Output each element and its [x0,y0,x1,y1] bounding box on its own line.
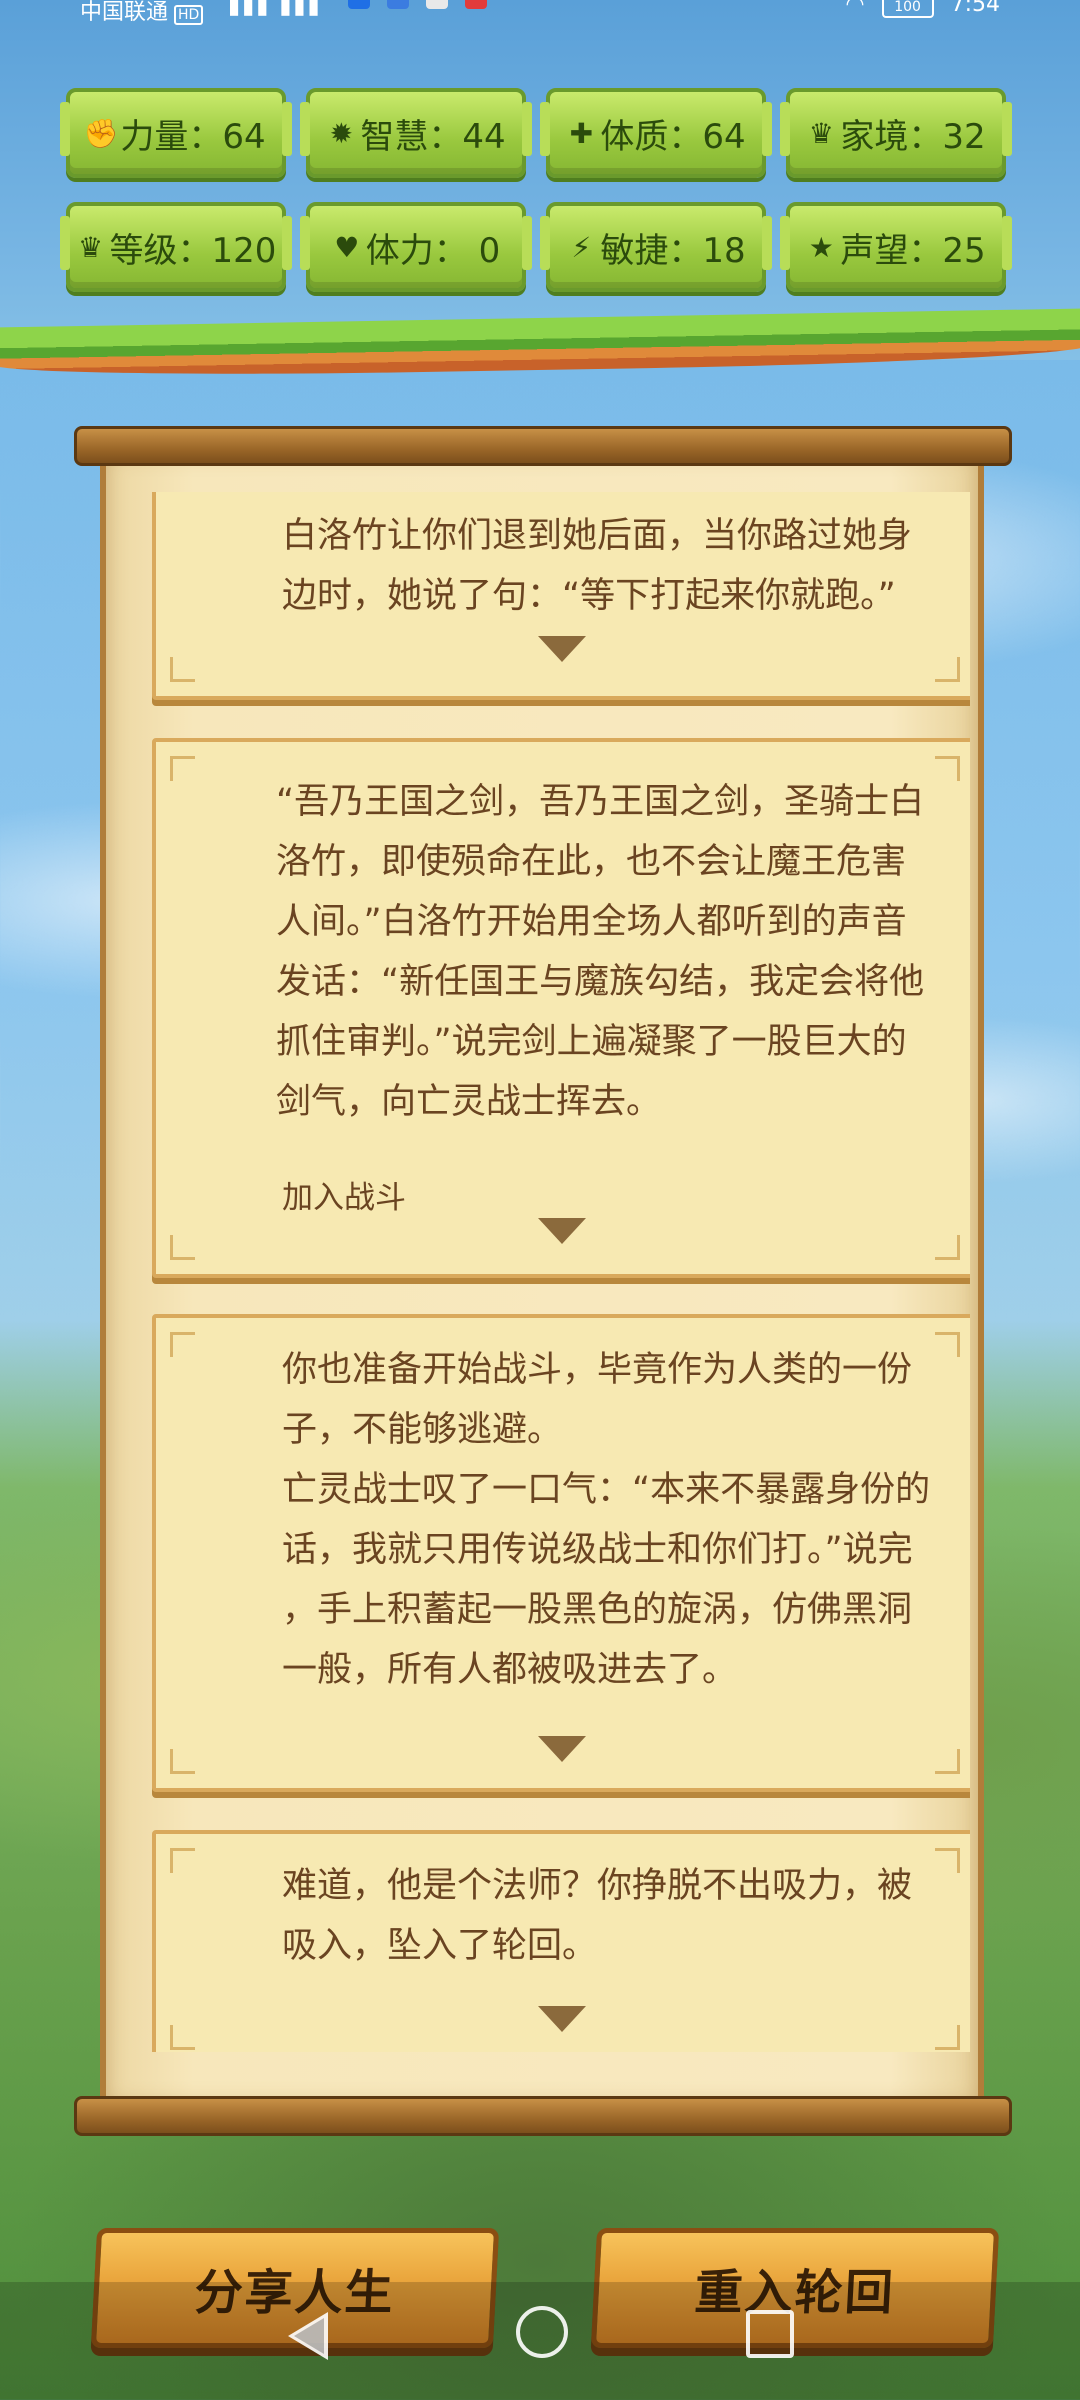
lightning-icon: ⚡ [571,230,592,264]
system-nav-bar [0,2282,1080,2400]
clock: 7:54 [950,0,1000,17]
laurel-icon: ♛ [808,116,834,150]
star-icon: ★ [808,230,834,264]
stat-label: 力量：64 [120,116,266,157]
corner-ornament [935,1235,960,1260]
cross-circle-icon: ✚ [569,116,594,150]
story-scroll[interactable]: 白洛竹让你们退到她后面，当你路过她身 边时，她说了句：“等下打起来你就跑。” “… [74,426,1012,2136]
story-text: 白洛竹让你们退到她后面，当你路过她身 边时，她说了句：“等下打起来你就跑。” [282,516,913,616]
stat-agility: ⚡ 敏捷：18 [540,202,772,292]
stat-label: 家境：32 [840,116,986,157]
stat-family: ♛ 家境：32 [780,88,1012,178]
corner-ornament [170,2025,195,2050]
carrier-name: 中国联通 [80,0,169,25]
story-card: 难道，他是个法师？你挣脱不出吸力，被 吸入，坠入了轮回。 [152,1830,970,2052]
story-text: 难道，他是个法师？你挣脱不出吸力，被 吸入，坠入了轮回。 [282,1866,913,1966]
corner-ornament [935,657,960,682]
bulb-icon: ✹ [329,116,354,150]
corner-ornament [170,1749,195,1774]
stat-strength: ✊ 力量：64 [60,88,292,178]
expand-arrow-icon[interactable] [538,636,586,662]
stats-panel: ✊ 力量：64 ✹ 智慧：44 ✚ 体质：64 ♛ 家境：32 ♛ 等级：120… [60,88,1018,292]
stat-constitution: ✚ 体质：64 [540,88,772,178]
corner-ornament [170,756,195,781]
stat-label: 等级：120 [109,230,277,271]
corner-ornament [935,756,960,781]
status-bar: 中国联通 HD ▮▮▮ ▮▮▮ ◠ 100 7:54 [0,0,1080,25]
app-icon [387,0,409,9]
stat-label: 声望：25 [840,230,986,271]
stat-label: 敏捷：18 [600,230,746,271]
corner-ornament [170,1848,195,1873]
corner-ornament [935,2025,960,2050]
wifi-icon: ◠ [845,0,865,17]
expand-arrow-icon[interactable] [538,1736,586,1762]
choice-label: 加入战斗 [282,1180,406,1216]
app-icon [348,0,370,9]
expand-arrow-icon[interactable] [538,1218,586,1244]
crown-icon: ♛ [77,230,104,264]
app-icon [465,0,487,9]
carrier: 中国联通 HD [80,0,204,26]
corner-ornament [170,657,195,682]
corner-ornament [170,1332,195,1357]
signal-icon: ▮▮▮ ▮▮▮ [228,0,322,19]
stat-label: 体质：64 [600,116,746,157]
stat-label: 体力： 0 [365,230,501,271]
story-text: “吾乃王国之剑，吾乃王国之剑，圣骑士白 洛竹，即使殒命在此，也不会让魔王危害 人… [276,782,925,1122]
story-card: 白洛竹让你们退到她后面，当你路过她身 边时，她说了句：“等下打起来你就跑。” [152,492,970,700]
notification-icons [348,0,497,15]
stat-reputation: ★ 声望：25 [780,202,1012,292]
scroll-rod-top [74,426,1012,466]
story-list[interactable]: 白洛竹让你们退到她后面，当你路过她身 边时，她说了句：“等下打起来你就跑。” “… [152,492,970,2052]
story-card: 你也准备开始战斗，毕竟作为人类的一份 子，不能够逃避。 亡灵战士叹了一口气：“本… [152,1314,970,1792]
battery-icon: 100 [881,0,934,18]
stat-label: 智慧：44 [360,116,506,157]
fist-icon: ✊ [83,116,119,150]
status-right: ◠ 100 7:54 [845,0,1000,18]
heart-icon: ♥ [334,230,360,264]
corner-ornament [170,1235,195,1260]
expand-arrow-icon[interactable] [538,2006,586,2032]
scroll-rod-bottom [74,2096,1012,2136]
back-icon[interactable] [288,2312,328,2360]
story-text: 你也准备开始战斗，毕竟作为人类的一份 子，不能够逃避。 亡灵战士叹了一口气：“本… [282,1350,931,1690]
stat-level: ♛ 等级：120 [60,202,292,292]
hd-badge: HD [174,5,204,25]
stat-wisdom: ✹ 智慧：44 [300,88,532,178]
app-icon [426,0,448,9]
stat-stamina: ♥ 体力： 0 [300,202,532,292]
recent-apps-icon[interactable] [746,2310,794,2358]
corner-ornament [935,1749,960,1774]
story-card: “吾乃王国之剑，吾乃王国之剑，圣骑士白 洛竹，即使殒命在此，也不会让魔王危害 人… [152,738,970,1278]
home-icon[interactable] [516,2306,568,2358]
